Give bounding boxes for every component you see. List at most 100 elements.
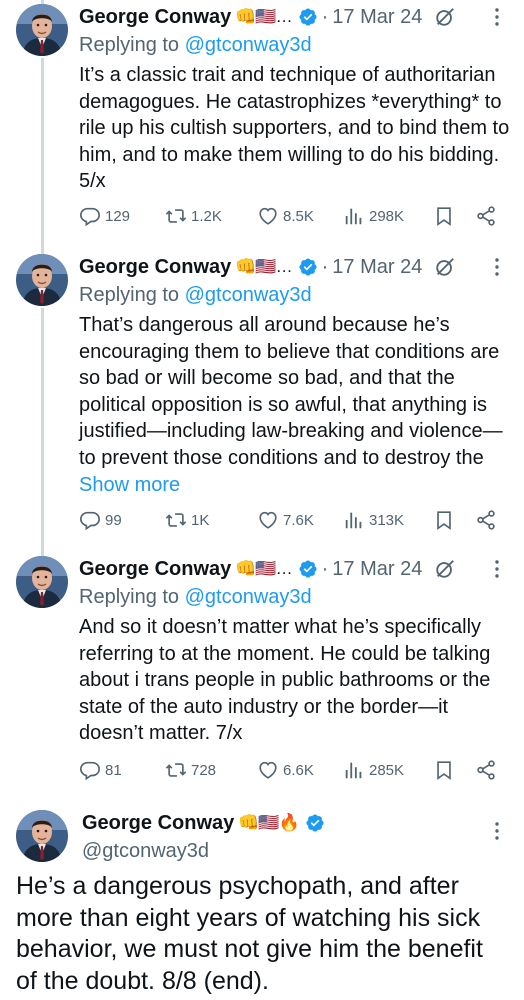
separator-dot: · <box>321 557 329 580</box>
like-count: 8.5K <box>283 207 314 225</box>
like-button[interactable]: 7.6K <box>257 506 314 534</box>
separator-dot: · <box>321 5 329 28</box>
name-emoji: 👊🇺🇸🔥 <box>238 813 300 832</box>
share-icon <box>475 205 497 227</box>
like-icon <box>257 205 279 227</box>
repost-button[interactable]: 728 <box>165 756 216 784</box>
reply-handle-link[interactable]: @gtconway3d <box>185 284 312 306</box>
author-name[interactable]: George Conway <box>79 6 231 29</box>
tweet-header: George Conway 👊🇺🇸… · 17 Mar 24 <box>79 2 510 32</box>
grok-icon[interactable] <box>434 558 456 580</box>
tweet-text-content: That’s dangerous all around because he’s… <box>79 314 503 469</box>
reply-button[interactable]: 129 <box>79 202 130 230</box>
name-emoji: 👊🇺🇸… <box>235 559 292 578</box>
author-handle[interactable]: @gtconway3d <box>82 837 325 865</box>
avatar[interactable] <box>16 4 68 56</box>
views-icon <box>343 205 365 227</box>
share-button[interactable] <box>475 506 497 534</box>
author-name[interactable]: George Conway <box>79 256 231 279</box>
views-count: 285K <box>369 761 405 779</box>
repost-icon <box>165 205 187 227</box>
show-more-link[interactable]: Show more <box>79 474 180 496</box>
replying-to: Replying to @gtconway3d <box>79 584 510 610</box>
verified-badge-icon[interactable] <box>298 257 318 277</box>
reply-icon <box>79 759 101 781</box>
like-count: 6.6K <box>283 761 314 779</box>
share-icon <box>475 509 497 531</box>
tweet-header: George Conway 👊🇺🇸… · 17 Mar 24 <box>79 554 510 584</box>
reply-prefix: Replying to <box>79 34 180 56</box>
like-count: 7.6K <box>283 511 314 529</box>
reply-handle-link[interactable]: @gtconway3d <box>185 586 312 608</box>
like-button[interactable]: 8.5K <box>257 202 314 230</box>
tweet-header: George Conway 👊🇺🇸🔥 <box>82 809 325 837</box>
like-icon <box>257 759 279 781</box>
reply-icon <box>79 509 101 531</box>
repost-icon <box>165 509 187 531</box>
tweet[interactable]: George Conway 👊🇺🇸… · 17 Mar 24 Replying … <box>0 0 524 240</box>
grok-icon[interactable] <box>434 6 456 28</box>
more-options-icon[interactable] <box>488 6 506 28</box>
bookmark-button[interactable] <box>433 756 455 784</box>
bookmark-icon <box>433 509 455 531</box>
tweet[interactable]: George Conway 👊🇺🇸… · 17 Mar 24 Replying … <box>0 552 524 798</box>
views-icon <box>343 759 365 781</box>
more-options-icon[interactable] <box>488 558 506 580</box>
separator-dot: · <box>321 255 329 278</box>
replying-to: Replying to @gtconway3d <box>79 32 510 58</box>
reply-count: 99 <box>105 511 122 529</box>
reply-button[interactable]: 81 <box>79 756 122 784</box>
reply-prefix: Replying to <box>79 284 180 306</box>
share-icon <box>475 759 497 781</box>
repost-button[interactable]: 1K <box>165 506 209 534</box>
avatar[interactable] <box>16 556 68 608</box>
repost-icon <box>165 759 187 781</box>
views-count: 313K <box>369 511 405 529</box>
tweet-date[interactable]: 17 Mar 24 <box>332 558 422 581</box>
replying-to: Replying to @gtconway3d <box>79 282 510 308</box>
action-bar: 81 728 6.6K 285K <box>79 756 509 784</box>
bookmark-icon <box>433 759 455 781</box>
views-button[interactable]: 313K <box>343 506 404 534</box>
share-button[interactable] <box>475 756 497 784</box>
reply-prefix: Replying to <box>79 586 180 608</box>
verified-badge-icon[interactable] <box>298 7 318 27</box>
tweet[interactable]: George Conway 👊🇺🇸… · 17 Mar 24 Replying … <box>0 250 524 546</box>
author-name[interactable]: George Conway <box>79 558 231 581</box>
like-icon <box>257 509 279 531</box>
reply-handle-link[interactable]: @gtconway3d <box>185 34 312 56</box>
tweet-date[interactable]: 17 Mar 24 <box>332 256 422 279</box>
bookmark-icon <box>433 205 455 227</box>
more-options-icon[interactable] <box>488 820 506 842</box>
views-icon <box>343 509 365 531</box>
tweet-header: George Conway 👊🇺🇸… · 17 Mar 24 <box>79 252 510 282</box>
tweet-text: It’s a classic trait and technique of au… <box>79 62 510 195</box>
views-button[interactable]: 298K <box>343 202 404 230</box>
avatar[interactable] <box>16 254 68 306</box>
repost-count: 1K <box>191 511 210 529</box>
bookmark-button[interactable] <box>433 506 455 534</box>
reply-button[interactable]: 99 <box>79 506 122 534</box>
name-emoji: 👊🇺🇸… <box>235 7 292 26</box>
more-options-icon[interactable] <box>488 256 506 278</box>
author-name[interactable]: George Conway <box>82 812 234 835</box>
tweet-text: And so it doesn’t matter what he’s speci… <box>79 614 510 747</box>
repost-count: 1.2K <box>191 207 222 225</box>
reply-icon <box>79 205 101 227</box>
like-button[interactable]: 6.6K <box>257 756 314 784</box>
bookmark-button[interactable] <box>433 202 455 230</box>
tweet-date[interactable]: 17 Mar 24 <box>332 6 422 29</box>
tweet-text-content: It’s a classic trait and technique of au… <box>79 64 510 193</box>
name-emoji: 👊🇺🇸… <box>235 257 292 276</box>
verified-badge-icon[interactable] <box>298 559 318 579</box>
reply-count: 81 <box>105 761 122 779</box>
verified-badge-icon[interactable] <box>305 813 325 833</box>
tweet-text-content: And so it doesn’t matter what he’s speci… <box>79 616 491 745</box>
share-button[interactable] <box>475 202 497 230</box>
action-bar: 129 1.2K 8.5K 298K <box>79 202 509 230</box>
repost-button[interactable]: 1.2K <box>165 202 222 230</box>
avatar[interactable] <box>16 810 68 862</box>
grok-icon[interactable] <box>434 256 456 278</box>
views-button[interactable]: 285K <box>343 756 404 784</box>
focused-tweet-text: He’s a dangerous psychopath, and after m… <box>16 872 483 995</box>
